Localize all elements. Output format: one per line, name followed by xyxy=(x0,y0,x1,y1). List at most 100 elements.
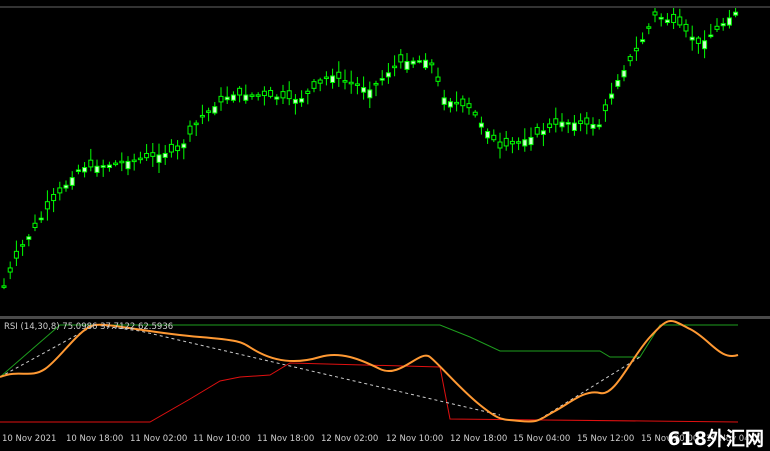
candle-body xyxy=(664,19,670,24)
candle-body xyxy=(441,97,447,105)
candle-body xyxy=(274,96,280,100)
candles-group xyxy=(1,8,739,290)
candle-body xyxy=(708,34,714,38)
candle-body xyxy=(113,162,119,166)
candle-body xyxy=(336,71,342,79)
candle-body xyxy=(168,143,174,153)
candle-body xyxy=(478,122,484,128)
candle-body xyxy=(503,137,509,147)
candle-body xyxy=(633,47,639,52)
candle-body xyxy=(602,104,608,112)
candle-body xyxy=(652,11,658,16)
time-tick: 15 Nov 12:00 xyxy=(577,434,635,444)
candle-body xyxy=(392,65,398,69)
candle-body xyxy=(373,82,379,86)
candle-body xyxy=(559,121,565,128)
candle-body xyxy=(516,141,522,144)
time-tick: 12 Nov 02:00 xyxy=(321,434,379,444)
candle-body xyxy=(497,141,503,149)
time-tick: 11 Nov 10:00 xyxy=(193,434,251,444)
candle-body xyxy=(237,87,243,96)
candle-body xyxy=(94,165,100,173)
candle-body xyxy=(156,154,162,163)
candle-body xyxy=(137,157,143,161)
time-tick: 11 Nov 02:00 xyxy=(130,434,188,444)
candle-body xyxy=(131,159,137,163)
candle-body xyxy=(175,145,181,152)
candle-body xyxy=(311,81,317,89)
candle-body xyxy=(106,164,112,169)
time-tick: 15 Nov 04:00 xyxy=(513,434,571,444)
candle-body xyxy=(354,83,360,86)
candle-body xyxy=(38,217,44,221)
candle-body xyxy=(361,87,367,93)
rsi-lower-band xyxy=(0,362,739,423)
candle-body xyxy=(640,39,646,43)
candle-body xyxy=(565,122,571,125)
candle-body xyxy=(7,267,13,273)
candle-body xyxy=(26,236,32,240)
candle-body xyxy=(218,95,224,103)
candle-body xyxy=(57,187,63,194)
candle-body xyxy=(144,152,150,159)
candle-body xyxy=(677,16,683,26)
candle-body xyxy=(243,94,249,101)
candle-body xyxy=(317,79,323,84)
candle-body xyxy=(82,167,88,173)
candle-body xyxy=(466,103,472,109)
candle-body xyxy=(646,26,652,29)
rsi-indicator-panel[interactable] xyxy=(0,319,770,432)
candle-body xyxy=(100,165,106,168)
candle-body xyxy=(627,56,633,62)
candle-body xyxy=(460,98,466,107)
candle-body xyxy=(206,110,212,113)
candle-body xyxy=(280,91,286,99)
candle-body xyxy=(447,101,453,108)
watermark-logo: 618外汇网 xyxy=(667,428,764,450)
candle-body xyxy=(330,75,336,83)
candle-body xyxy=(726,17,732,26)
candle-body xyxy=(540,130,546,135)
candle-body xyxy=(404,61,410,70)
candle-body xyxy=(689,36,695,41)
candle-body xyxy=(621,70,627,78)
candle-body xyxy=(398,54,404,63)
candle-body xyxy=(429,62,435,66)
candle-body xyxy=(255,94,261,97)
time-tick: 10 Nov 2021 xyxy=(2,434,57,444)
time-tick: 12 Nov 10:00 xyxy=(386,434,444,444)
candle-body xyxy=(658,16,664,20)
candle-body xyxy=(249,94,255,97)
candle-body xyxy=(286,90,292,100)
candle-body xyxy=(714,25,720,30)
candle-body xyxy=(571,122,577,131)
candle-body xyxy=(292,98,298,104)
candle-body xyxy=(695,37,701,44)
candle-body xyxy=(435,76,441,82)
candle-body xyxy=(20,244,26,247)
candle-body xyxy=(590,123,596,129)
rsi-indicator-label: RSI (14,30,8) 75.0986 37.7122 62.5936 xyxy=(4,322,174,332)
candle-body xyxy=(63,184,69,189)
candle-body xyxy=(261,90,267,97)
candle-body xyxy=(385,72,391,78)
rsi-trendline-2 xyxy=(539,356,641,420)
candle-body xyxy=(1,285,7,288)
time-axis: 10 Nov 2021 10 Nov 18:00 11 Nov 02:00 11… xyxy=(0,432,770,451)
candle-body xyxy=(367,89,373,99)
candle-body xyxy=(305,90,311,95)
candle-body xyxy=(51,193,57,202)
price-chart[interactable] xyxy=(0,0,770,316)
candle-body xyxy=(584,117,590,125)
time-tick: 12 Nov 18:00 xyxy=(450,434,508,444)
time-tick: 10 Nov 18:00 xyxy=(66,434,124,444)
candle-body xyxy=(472,111,478,116)
candle-body xyxy=(224,96,230,101)
candle-body xyxy=(193,122,199,126)
candle-body xyxy=(410,60,416,65)
candle-body xyxy=(416,60,422,63)
candle-body xyxy=(671,13,677,23)
candle-body xyxy=(88,159,94,168)
candle-body xyxy=(125,160,131,170)
candle-body xyxy=(199,114,205,118)
